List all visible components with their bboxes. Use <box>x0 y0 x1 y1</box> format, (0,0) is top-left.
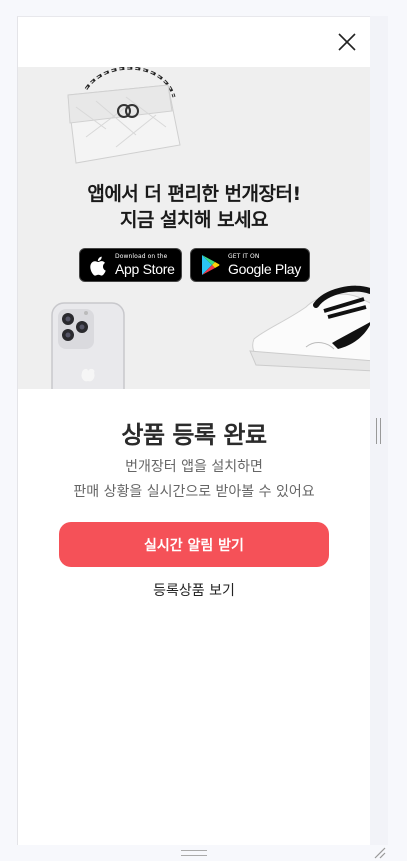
status-title: 상품 등록 완료 <box>121 421 267 449</box>
view-registered-items-link[interactable]: 등록상품 보기 <box>18 580 370 600</box>
promo-title-line2: 지금 설치해 보세요 <box>119 209 269 231</box>
app-store-badge[interactable]: Download on the App Store <box>79 248 182 282</box>
status-description-line1: 번개장터 앱을 설치하면 <box>125 459 263 475</box>
sneaker-image <box>249 285 370 372</box>
app-store-label: App Store <box>115 261 175 277</box>
google-play-badge[interactable]: GET IT ON Google Play <box>190 248 310 282</box>
bottom-resize-handle[interactable] <box>181 850 207 856</box>
phone-image <box>51 302 125 389</box>
panel-resize-handle[interactable] <box>376 418 381 444</box>
realtime-notification-button[interactable]: 실시간 알림 받기 <box>59 522 329 567</box>
apple-icon <box>90 256 106 276</box>
close-icon <box>338 33 356 51</box>
status-description-line2: 판매 상황을 실시간으로 받아볼 수 있어요 <box>73 484 315 500</box>
promo-title: 앱에서 더 편리한 번개장터! 지금 설치해 보세요 <box>18 181 370 233</box>
app-install-modal: 앱에서 더 편리한 번개장터! 지금 설치해 보세요 Download on t… <box>17 16 370 845</box>
google-play-label: Google Play <box>228 261 301 277</box>
google-play-small-label: GET IT ON <box>228 253 260 260</box>
close-button[interactable] <box>336 31 358 53</box>
resize-grip-icon[interactable] <box>372 845 386 859</box>
promo-title-line1: 앱에서 더 편리한 번개장터! <box>87 183 301 205</box>
status-description: 번개장터 앱을 설치하면 판매 상황을 실시간으로 받아볼 수 있어요 <box>18 455 370 505</box>
app-store-small-label: Download on the <box>115 253 168 260</box>
google-play-icon <box>202 255 220 275</box>
handbag-image <box>67 67 181 164</box>
app-promo-banner: 앱에서 더 편리한 번개장터! 지금 설치해 보세요 Download on t… <box>18 67 370 389</box>
